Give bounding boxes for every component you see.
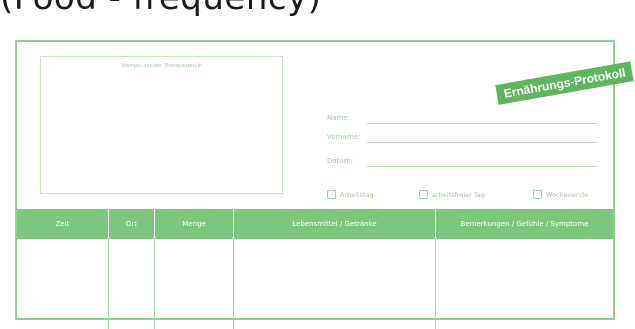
menge-cell[interactable] <box>155 239 234 329</box>
header-text: (Food - frequency) <box>0 0 321 18</box>
checkbox-arbeitstag[interactable]: Arbeitstag <box>327 184 374 199</box>
column-header-ort: Ort <box>109 209 155 239</box>
name-field[interactable]: Name: <box>327 114 597 126</box>
form-title-badge: Ernährungs-Protokoll <box>495 61 634 105</box>
column-header-lebensmittel: Lebensmittel / Getränke <box>234 209 436 239</box>
arbeitsfreier-tag-label: arbeitsfreier Tag <box>432 190 485 199</box>
ort-cell[interactable] <box>109 239 155 329</box>
stamp-label: Stempel des/der Therapeuten/in <box>120 63 203 69</box>
zeit-cell[interactable] <box>17 239 109 329</box>
arbeitstag-label: Arbeitstag <box>340 190 374 199</box>
column-header-bemerkungen: Bemerkungen / Gefühle / Symptome <box>460 220 589 228</box>
column-header-menge: Menge <box>155 209 234 239</box>
column-header-zeit: Zeit <box>17 209 109 239</box>
name-input-line[interactable] <box>367 123 597 124</box>
arbeitsfreier-tag-checkbox[interactable] <box>419 190 428 199</box>
vorname-label: Vorname: <box>327 133 361 141</box>
wochenende-checkbox[interactable] <box>533 190 542 199</box>
wochenende-label: Wochenende <box>546 190 589 199</box>
name-label: Name: <box>327 114 351 122</box>
protocol-table-body <box>17 239 613 329</box>
datum-label: Datum: <box>327 157 354 165</box>
vorname-field[interactable]: Vorname: <box>327 133 597 145</box>
therapist-stamp-box: Stempel des/der Therapeuten/in <box>40 56 283 194</box>
checkbox-arbeitsfreier-tag[interactable]: arbeitsfreier Tag <box>419 184 485 199</box>
lebensmittel-cell[interactable] <box>234 239 436 329</box>
arbeitstag-checkbox[interactable] <box>327 190 336 199</box>
vorname-input-line[interactable] <box>367 142 597 143</box>
datum-input-line[interactable] <box>367 166 597 167</box>
nutrition-protocol-form: Stempel des/der Therapeuten/in Ernährung… <box>15 40 634 329</box>
datum-field[interactable]: Datum: <box>327 157 597 169</box>
bemerkungen-cell[interactable] <box>436 239 613 329</box>
checkbox-wochenende[interactable]: Wochenende <box>533 184 589 199</box>
protocol-table-header: Zeit Ort Menge Lebensmittel / Getränke B… <box>17 209 613 239</box>
